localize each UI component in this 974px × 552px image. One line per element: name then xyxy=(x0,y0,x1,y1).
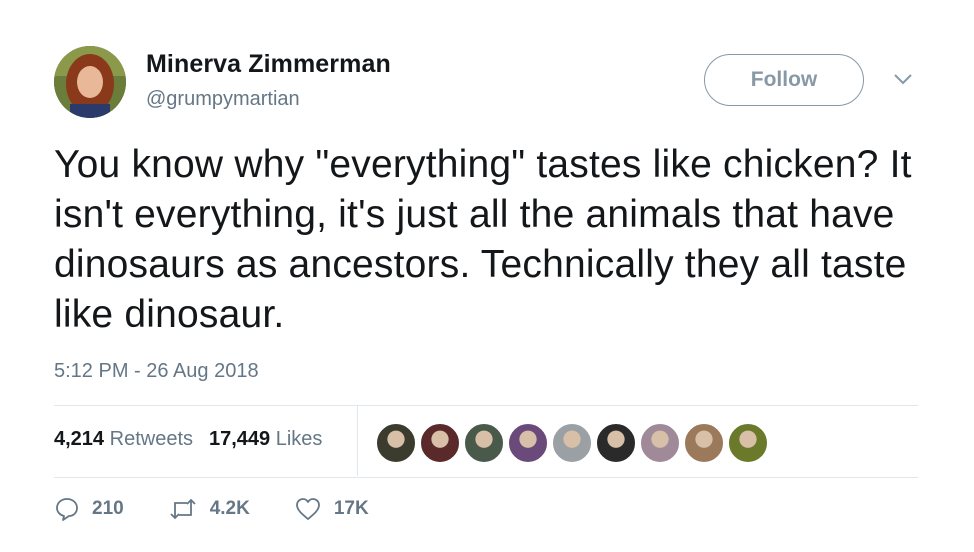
divider xyxy=(54,477,918,478)
avatar[interactable] xyxy=(54,46,126,118)
stats-separator xyxy=(357,406,358,476)
tweet-timestamp[interactable]: 5:12 PM - 26 Aug 2018 xyxy=(54,360,259,383)
retweet-icon xyxy=(170,498,196,520)
like-count: 17K xyxy=(333,498,369,519)
like-button[interactable]: 17K xyxy=(294,496,369,522)
author-handle[interactable]: @grumpymartian xyxy=(146,88,300,111)
reply-count: 210 xyxy=(92,498,124,519)
likes-stat[interactable]: 17,449 Likes xyxy=(209,428,322,451)
tweet-actions: 210 4.2K 17K xyxy=(54,496,413,522)
reply-button[interactable]: 210 xyxy=(54,496,124,522)
heart-icon xyxy=(295,498,320,520)
retweets-stat[interactable]: 4,214 Retweets xyxy=(54,428,193,451)
tweet-text: You know why "everything" tastes like ch… xyxy=(54,143,912,336)
likes-label: Likes xyxy=(275,428,323,450)
retweet-count: 4.2K xyxy=(209,498,250,519)
chevron-down-icon[interactable] xyxy=(892,70,914,88)
retweet-button[interactable]: 4.2K xyxy=(168,496,250,522)
tweet-card: Minerva Zimmerman @grumpymartian Follow … xyxy=(0,0,974,552)
tweet-stats: 4,214 Retweets 17,449 Likes xyxy=(54,428,338,451)
liker-avatar[interactable] xyxy=(508,423,548,463)
liker-avatar[interactable] xyxy=(464,423,504,463)
liker-avatar[interactable] xyxy=(420,423,460,463)
likes-count: 17,449 xyxy=(209,428,271,450)
author-name[interactable]: Minerva Zimmerman xyxy=(146,50,391,79)
liker-avatar[interactable] xyxy=(376,423,416,463)
liker-avatar[interactable] xyxy=(684,423,724,463)
follow-button[interactable]: Follow xyxy=(704,54,864,106)
liker-avatars xyxy=(376,423,772,463)
reply-icon xyxy=(56,498,78,521)
liker-avatar[interactable] xyxy=(640,423,680,463)
retweets-label: Retweets xyxy=(109,428,193,450)
retweets-count: 4,214 xyxy=(54,428,105,450)
liker-avatar[interactable] xyxy=(552,423,592,463)
divider xyxy=(54,405,918,406)
liker-avatar[interactable] xyxy=(728,423,768,463)
liker-avatar[interactable] xyxy=(596,423,636,463)
